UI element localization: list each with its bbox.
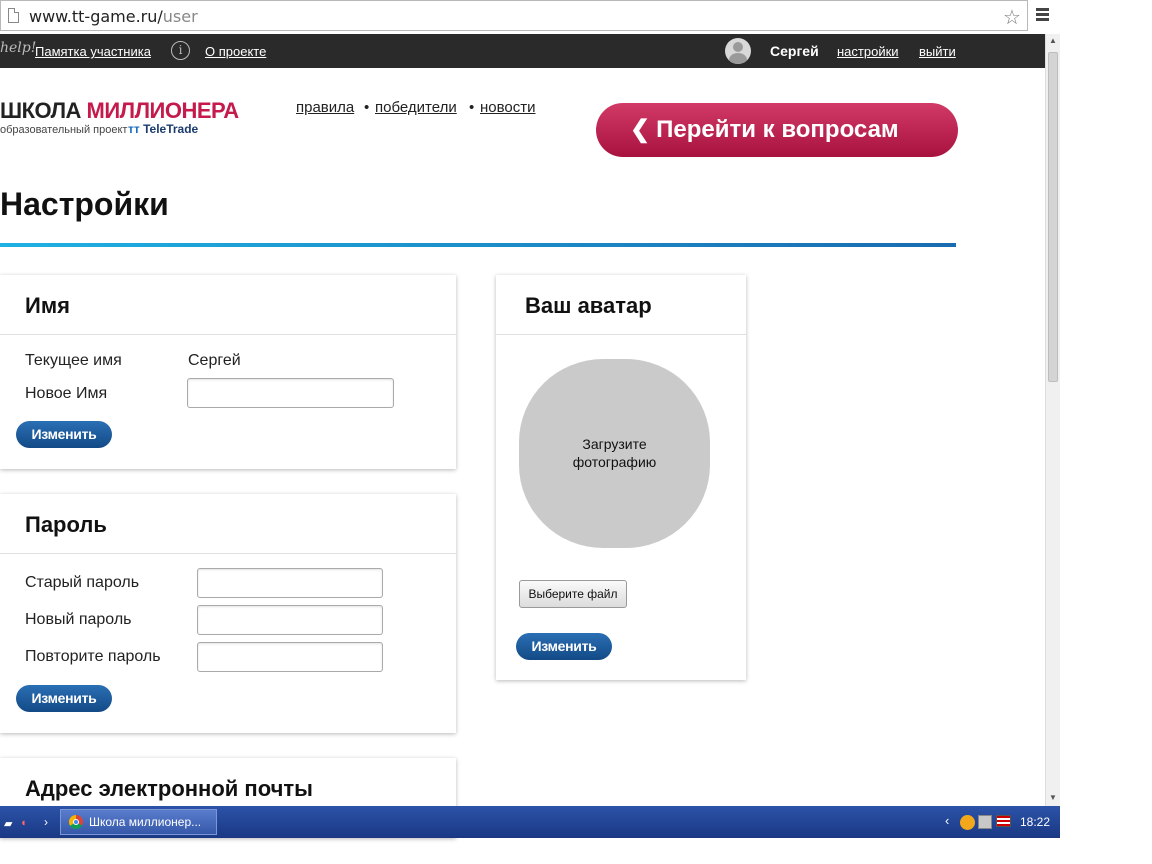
- quicklaunch-icon[interactable]: ▰: [4, 817, 12, 830]
- scroll-up-icon[interactable]: ▲: [1046, 36, 1060, 45]
- nav-news[interactable]: новости: [480, 99, 536, 116]
- page-title: Настройки: [0, 186, 169, 222]
- avatar-placeholder-line1: Загрузите: [582, 436, 647, 452]
- change-password-button[interactable]: Изменить: [16, 685, 112, 712]
- url-domain: www.tt-game.ru/: [29, 7, 163, 26]
- teletrade-brand: TeleTrade: [143, 122, 199, 136]
- language-flag-icon[interactable]: [996, 815, 1011, 827]
- scroll-thumb[interactable]: [1048, 52, 1058, 382]
- page-icon: [8, 8, 19, 23]
- password-card-title: Пароль: [25, 512, 107, 537]
- new-name-input[interactable]: [187, 378, 394, 408]
- repeat-password-label: Повторите пароль: [25, 648, 161, 665]
- avatar-placeholder-line2: фотографию: [572, 454, 657, 470]
- logo-text-black: ШКОЛА: [0, 98, 87, 123]
- password-card: Пароль Старый пароль Новый пароль Повтор…: [0, 494, 456, 733]
- bookmark-star-icon[interactable]: ☆: [1003, 5, 1021, 30]
- top-bar: help! Памятка участника i О проекте Серг…: [0, 34, 1045, 68]
- nav-separator: •: [469, 99, 475, 116]
- card-divider: [0, 553, 456, 554]
- quicklaunch-expand-icon[interactable]: ›: [44, 815, 48, 829]
- card-divider: [0, 334, 456, 335]
- logout-link[interactable]: выйти: [919, 44, 956, 59]
- title-divider: [0, 243, 956, 247]
- logo-text-red: МИЛЛИОНЕРА: [86, 98, 240, 123]
- user-avatar[interactable]: [725, 38, 751, 64]
- user-name[interactable]: Сергей: [770, 43, 819, 59]
- teletrade-mark-icon: ᴛᴛ: [128, 122, 144, 136]
- change-name-button[interactable]: Изменить: [16, 421, 112, 448]
- tray-expand-icon[interactable]: ‹: [945, 813, 949, 828]
- network-icon[interactable]: [978, 815, 992, 829]
- name-card: Имя Текущее имя Сергей Новое Имя Изменит…: [0, 275, 456, 469]
- quicklaunch-icon[interactable]: ◖: [20, 817, 27, 829]
- go-button-label: Перейти к вопросам: [656, 116, 899, 143]
- new-password-label: Новый пароль: [25, 611, 132, 628]
- memo-link[interactable]: Памятка участника: [35, 44, 151, 59]
- url-text[interactable]: www.tt-game.ru/user: [29, 7, 198, 26]
- old-password-label: Старый пароль: [25, 574, 140, 591]
- settings-link[interactable]: настройки: [837, 44, 899, 59]
- taskbar-window-title: Школа миллионер...: [89, 815, 202, 829]
- teletrade-logo: ᴛᴛ TeleTrade: [128, 122, 198, 136]
- info-icon: i: [171, 41, 190, 60]
- old-password-input[interactable]: [197, 568, 383, 598]
- card-divider: [496, 334, 746, 335]
- avatar-placeholder-text: Загрузите фотографию: [519, 435, 710, 471]
- new-password-input[interactable]: [197, 605, 383, 635]
- help-logo-icon: help!: [0, 40, 37, 56]
- avatar-card-title: Ваш аватар: [525, 293, 652, 318]
- avatar-card: Ваш аватар Загрузите фотографию Выберите…: [496, 275, 746, 680]
- taskbar-chrome-window[interactable]: Школа миллионер...: [60, 809, 217, 835]
- email-card-title: Адрес электронной почты: [25, 776, 313, 801]
- browser-menu-icon[interactable]: [1036, 8, 1049, 21]
- nav-winners[interactable]: победители: [375, 99, 457, 116]
- logo-subtitle: образовательный проект: [0, 124, 128, 136]
- taskbar-clock[interactable]: 18:22: [1020, 815, 1050, 829]
- vertical-scrollbar[interactable]: ▲ ▼: [1045, 34, 1060, 806]
- os-taskbar: ▰ ◖ › Школа миллионер... ‹ 18:22: [0, 806, 1060, 838]
- avatar-placeholder[interactable]: Загрузите фотографию: [519, 359, 710, 548]
- change-avatar-button[interactable]: Изменить: [516, 633, 612, 660]
- url-path: user: [162, 7, 198, 26]
- nav-separator: •: [364, 99, 370, 116]
- address-bar[interactable]: www.tt-game.ru/user ☆: [0, 0, 1028, 31]
- current-name-value: Сергей: [188, 352, 241, 369]
- name-card-title: Имя: [25, 293, 70, 318]
- nav-rules[interactable]: правила: [296, 99, 354, 116]
- site-logo[interactable]: ШКОЛА МИЛЛИОНЕРА: [0, 98, 239, 124]
- new-name-label: Новое Имя: [25, 385, 108, 402]
- chrome-icon: [69, 815, 83, 829]
- current-name-label: Текущее имя: [25, 352, 122, 369]
- scroll-down-icon[interactable]: ▼: [1046, 793, 1060, 802]
- about-link[interactable]: О проекте: [205, 44, 266, 59]
- go-to-questions-button[interactable]: ❮ Перейти к вопросам: [596, 103, 958, 157]
- tray-app-icon[interactable]: [960, 815, 975, 830]
- choose-file-button[interactable]: Выберите файл: [519, 580, 627, 608]
- repeat-password-input[interactable]: [197, 642, 383, 672]
- chevron-left-icon: ❮: [630, 116, 651, 143]
